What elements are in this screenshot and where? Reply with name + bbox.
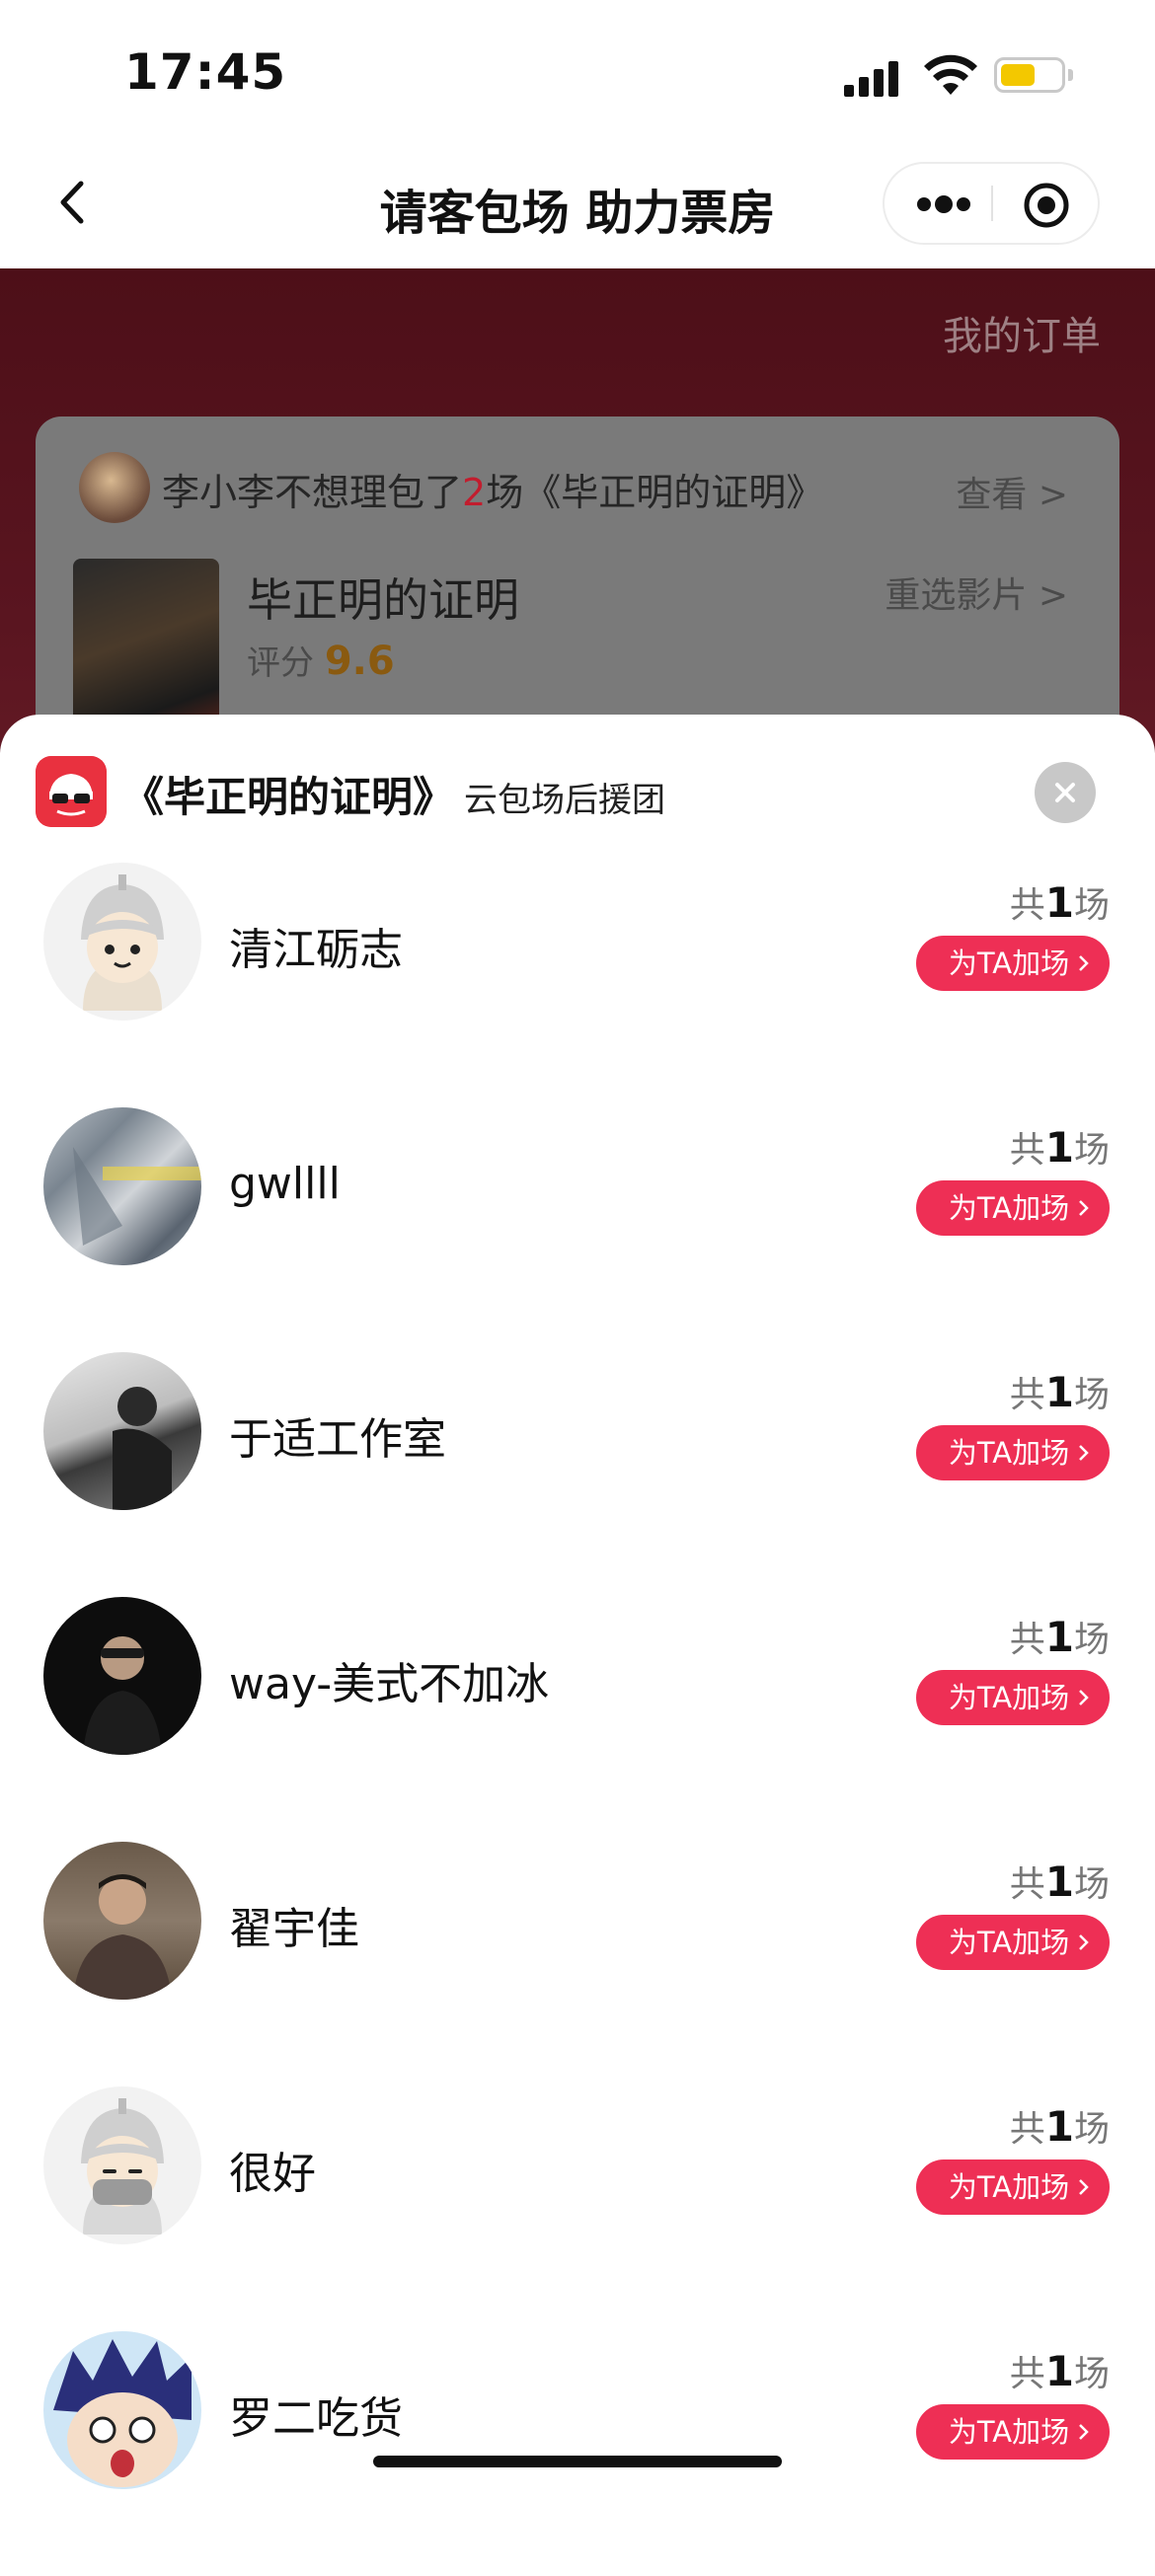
user-name: gwllll: [229, 1159, 341, 1209]
chevron-right-icon: [1079, 1690, 1089, 1705]
add-screening-button[interactable]: 为TA加场: [916, 1670, 1110, 1725]
my-orders-link[interactable]: 我的订单: [943, 304, 1101, 361]
sheet-subtitle: 云包场后援团: [464, 781, 666, 820]
movie-score: 评分 9.6: [247, 639, 395, 684]
home-indicator[interactable]: [373, 2456, 782, 2467]
supporters-sheet: 《毕正明的证明》 云包场后援团 清江砺志 共1场 为TA加场 gwllll 共1…: [0, 715, 1155, 2499]
package-count: 共1场: [1009, 1857, 1110, 1906]
cartoon-avatar: [43, 2331, 201, 2489]
photo-avatar: [43, 1842, 201, 2000]
view-link[interactable]: 查看 >: [956, 466, 1068, 517]
default-avatar: [43, 2086, 201, 2244]
add-screening-button[interactable]: 为TA加场: [916, 1425, 1110, 1480]
add-screening-button[interactable]: 为TA加场: [916, 1180, 1110, 1236]
user-name: 很好: [229, 2149, 316, 2199]
more-dots-icon[interactable]: [914, 193, 973, 215]
list-item: 于适工作室 共1场 为TA加场: [0, 1352, 1155, 1597]
chevron-right-icon: [1079, 955, 1089, 971]
default-avatar: [43, 863, 201, 1021]
battery-tip: [1068, 69, 1073, 81]
capsule-divider: [991, 186, 993, 221]
battery-icon: [994, 57, 1065, 93]
miniprogram-capsule: [883, 162, 1100, 245]
photo-avatar: [43, 1352, 201, 1510]
movie-title: 毕正明的证明: [247, 573, 519, 627]
user-name: way-美式不加冰: [229, 1659, 550, 1709]
package-count: 共1场: [1009, 1613, 1110, 1661]
list-item: 很好 共1场 为TA加场: [0, 2086, 1155, 2331]
chevron-right-icon: [1079, 1934, 1089, 1950]
cellular-signal-icon: [844, 59, 901, 97]
package-count: 共1场: [1009, 1368, 1110, 1416]
wifi-icon: [924, 54, 977, 95]
add-screening-button[interactable]: 为TA加场: [916, 2404, 1110, 2460]
list-item: way-美式不加冰 共1场 为TA加场: [0, 1597, 1155, 1842]
status-bar: 17:45: [0, 0, 1155, 138]
package-count: 共1场: [1009, 2347, 1110, 2395]
user-name: 于适工作室: [229, 1414, 446, 1465]
chevron-right-icon: [1079, 2179, 1089, 2195]
package-count: 共1场: [1009, 878, 1110, 927]
user-name: 翟宇佳: [229, 1904, 359, 1954]
add-screening-button[interactable]: 为TA加场: [916, 936, 1110, 991]
photo-avatar: [43, 1107, 201, 1265]
package-summary-text: 李小李不想理包了2场《毕正明的证明》: [162, 471, 824, 514]
close-icon: [1055, 783, 1075, 802]
maoyan-logo-icon: [36, 756, 107, 827]
chevron-right-icon: [1079, 1445, 1089, 1461]
list-item: 清江砺志 共1场 为TA加场: [0, 863, 1155, 1107]
list-item: 罗二吃货 共1场 为TA加场: [0, 2331, 1155, 2576]
nav-bar: 请客包场 助力票房: [0, 138, 1155, 268]
package-count: 共1场: [1009, 2102, 1110, 2151]
status-time: 17:45: [124, 43, 287, 101]
add-screening-button[interactable]: 为TA加场: [916, 2159, 1110, 2215]
sheet-title: 《毕正明的证明》 云包场后援团: [122, 773, 666, 821]
close-miniprogram-icon[interactable]: [1023, 182, 1070, 229]
photo-avatar: [43, 1597, 201, 1755]
package-count: 共1场: [1009, 1123, 1110, 1172]
host-avatar: [79, 452, 150, 523]
chevron-right-icon: [1079, 2424, 1089, 2440]
add-screening-button[interactable]: 为TA加场: [916, 1915, 1110, 1970]
list-item: 翟宇佳 共1场 为TA加场: [0, 1842, 1155, 2086]
rechoose-movie-link[interactable]: 重选影片 >: [885, 567, 1068, 618]
user-name: 清江砺志: [229, 925, 403, 975]
user-name: 罗二吃货: [229, 2393, 403, 2444]
close-sheet-button[interactable]: [1035, 762, 1096, 823]
list-item: gwllll 共1场 为TA加场: [0, 1107, 1155, 1352]
chevron-right-icon: [1079, 1200, 1089, 1216]
